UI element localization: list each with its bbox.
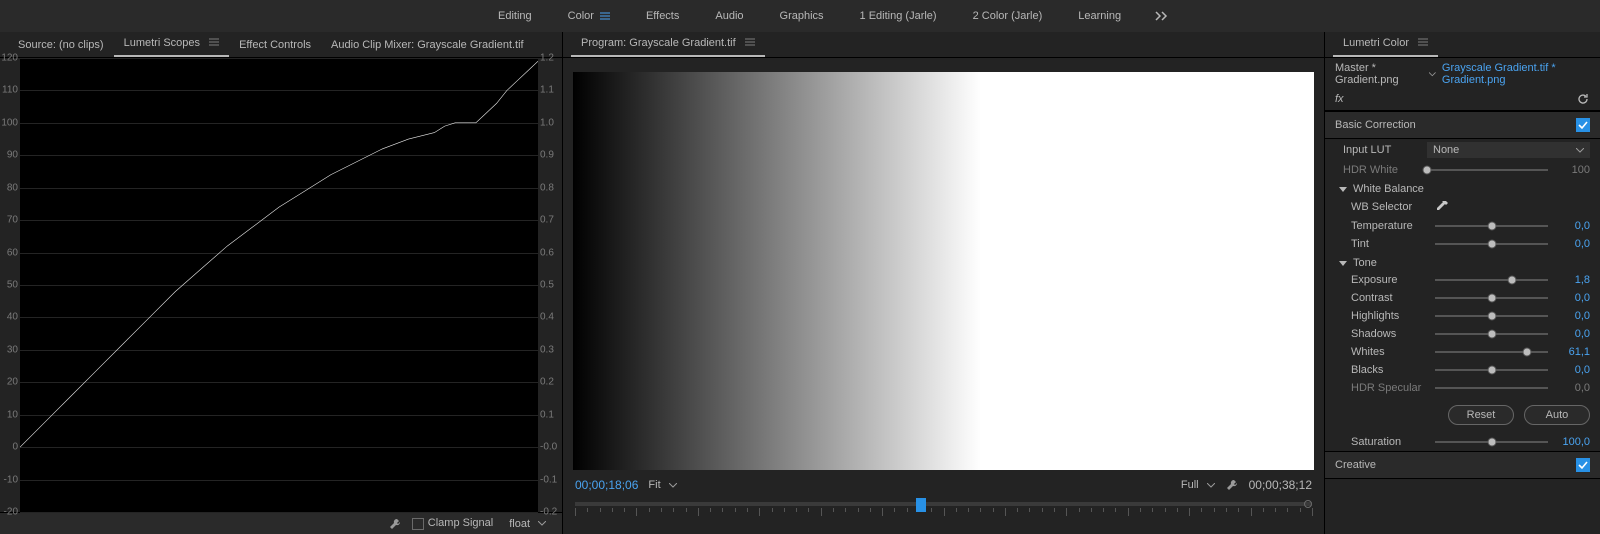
panel-menu-icon[interactable] [209, 38, 219, 46]
contrast-slider[interactable] [1435, 292, 1548, 304]
scope-left-axis: 1201101009080706050403020100-10-20 [0, 58, 20, 512]
program-panel: Program: Grayscale Gradient.tif 00;00;18… [563, 32, 1325, 534]
timecode-out[interactable]: 00;00;38;12 [1249, 478, 1312, 492]
workspace-tab-effects[interactable]: Effects [628, 0, 697, 32]
precision-dropdown[interactable]: float [503, 516, 552, 532]
workspace-tab-editing[interactable]: Editing [480, 0, 550, 32]
scopes-tabs: Source: (no clips) Lumetri Scopes Effect… [0, 32, 562, 58]
tab-audio-clip-mixer[interactable]: Audio Clip Mixer: Grayscale Gradient.tif [321, 34, 534, 57]
tab-source[interactable]: Source: (no clips) [8, 34, 114, 57]
blacks-label: Blacks [1351, 364, 1427, 376]
zoom-dropdown[interactable]: Fit [648, 479, 676, 491]
tab-lumetri-color[interactable]: Lumetri Color [1333, 32, 1438, 57]
sequence-clip-label[interactable]: Grayscale Gradient.tif * Gradient.png [1442, 62, 1590, 86]
wrench-icon[interactable] [388, 517, 402, 531]
scope-display: 1201101009080706050403020100-10-20 1.21.… [0, 58, 562, 512]
lumetri-panel: Lumetri Color Master * Gradient.png Gray… [1325, 32, 1600, 534]
reset-effect-icon[interactable] [1576, 92, 1590, 106]
temperature-value[interactable]: 0,0 [1556, 220, 1590, 232]
clamp-signal-checkbox[interactable]: Clamp Signal [412, 517, 493, 529]
exposure-label: Exposure [1351, 274, 1427, 286]
wb-selector-label: WB Selector [1351, 201, 1427, 213]
out-point-marker[interactable] [1304, 500, 1312, 508]
panel-menu-icon[interactable] [745, 38, 755, 46]
highlights-slider[interactable] [1435, 310, 1548, 322]
workspace-overflow-icon[interactable] [1139, 11, 1185, 21]
tab-lumetri-scopes[interactable]: Lumetri Scopes [114, 32, 230, 57]
scopes-panel: Source: (no clips) Lumetri Scopes Effect… [0, 32, 563, 534]
workspace-bar: Editing Color Effects Audio Graphics 1 E… [0, 0, 1600, 32]
scope-right-axis: 1.21.11.00.90.80.70.60.50.40.30.20.1-0.0… [538, 58, 562, 512]
input-lut-dropdown[interactable]: None [1427, 142, 1590, 158]
workspace-tab-audio[interactable]: Audio [697, 0, 761, 32]
workspace-tab-custom1[interactable]: 1 Editing (Jarle) [842, 0, 955, 32]
hdr-white-label: HDR White [1343, 164, 1419, 176]
master-clip-label[interactable]: Master * Gradient.png [1335, 62, 1423, 86]
tint-slider[interactable] [1435, 238, 1548, 250]
hdr-white-value: 100 [1556, 164, 1590, 176]
auto-button[interactable]: Auto [1524, 405, 1590, 425]
fx-badge: fx [1335, 93, 1344, 105]
chevron-down-icon[interactable] [1429, 72, 1436, 77]
shadows-slider[interactable] [1435, 328, 1548, 340]
chevron-down-icon [669, 483, 677, 488]
workspace-tab-custom2[interactable]: 2 Color (Jarle) [955, 0, 1061, 32]
chevron-down-icon [538, 521, 546, 526]
chevron-down-icon [1576, 148, 1584, 153]
tab-program[interactable]: Program: Grayscale Gradient.tif [571, 32, 765, 57]
hdr-specular-value: 0,0 [1556, 382, 1590, 394]
highlights-value[interactable]: 0,0 [1556, 310, 1590, 322]
blacks-value[interactable]: 0,0 [1556, 364, 1590, 376]
whites-slider[interactable] [1435, 346, 1548, 358]
shadows-label: Shadows [1351, 328, 1427, 340]
scope-canvas [20, 58, 538, 512]
chevron-down-icon [1207, 483, 1215, 488]
tone-group[interactable]: Tone [1325, 253, 1600, 271]
tint-label: Tint [1351, 238, 1427, 250]
saturation-slider[interactable] [1435, 436, 1548, 448]
scope-footer: Clamp Signal float [0, 512, 562, 534]
chevron-down-icon [1339, 261, 1347, 266]
playhead[interactable] [916, 498, 926, 512]
hdr-specular-label: HDR Specular [1351, 382, 1427, 394]
workspace-tab-learning[interactable]: Learning [1060, 0, 1139, 32]
section-creative[interactable]: Creative [1325, 451, 1600, 479]
shadows-value[interactable]: 0,0 [1556, 328, 1590, 340]
program-timeline[interactable] [575, 498, 1312, 528]
tab-effect-controls[interactable]: Effect Controls [229, 34, 321, 57]
contrast-value[interactable]: 0,0 [1556, 292, 1590, 304]
section-basic-correction[interactable]: Basic Correction [1325, 111, 1600, 139]
chevron-down-icon [1339, 187, 1347, 192]
timecode-in[interactable]: 00;00;18;06 [575, 478, 638, 492]
temperature-label: Temperature [1351, 220, 1427, 232]
contrast-label: Contrast [1351, 292, 1427, 304]
white-balance-group[interactable]: White Balance [1325, 179, 1600, 197]
exposure-slider[interactable] [1435, 274, 1548, 286]
highlights-label: Highlights [1351, 310, 1427, 322]
workspace-tab-graphics[interactable]: Graphics [762, 0, 842, 32]
section-enable-checkbox[interactable] [1576, 458, 1590, 472]
exposure-value[interactable]: 1,8 [1556, 274, 1590, 286]
program-monitor[interactable] [573, 72, 1314, 470]
quality-dropdown[interactable]: Full [1181, 479, 1215, 491]
reset-button[interactable]: Reset [1448, 405, 1514, 425]
hdr-specular-slider [1435, 382, 1548, 394]
whites-label: Whites [1351, 346, 1427, 358]
tint-value[interactable]: 0,0 [1556, 238, 1590, 250]
wrench-icon[interactable] [1225, 478, 1239, 492]
saturation-label: Saturation [1351, 436, 1427, 448]
blacks-slider[interactable] [1435, 364, 1548, 376]
section-enable-checkbox[interactable] [1576, 118, 1590, 132]
saturation-value[interactable]: 100,0 [1556, 436, 1590, 448]
input-lut-label: Input LUT [1343, 144, 1419, 156]
panel-menu-icon[interactable] [600, 12, 610, 20]
panel-menu-icon[interactable] [1418, 38, 1428, 46]
eyedropper-icon[interactable] [1435, 200, 1449, 214]
temperature-slider[interactable] [1435, 220, 1548, 232]
whites-value[interactable]: 61,1 [1556, 346, 1590, 358]
workspace-tab-color[interactable]: Color [550, 0, 628, 32]
hdr-white-slider [1427, 164, 1548, 176]
